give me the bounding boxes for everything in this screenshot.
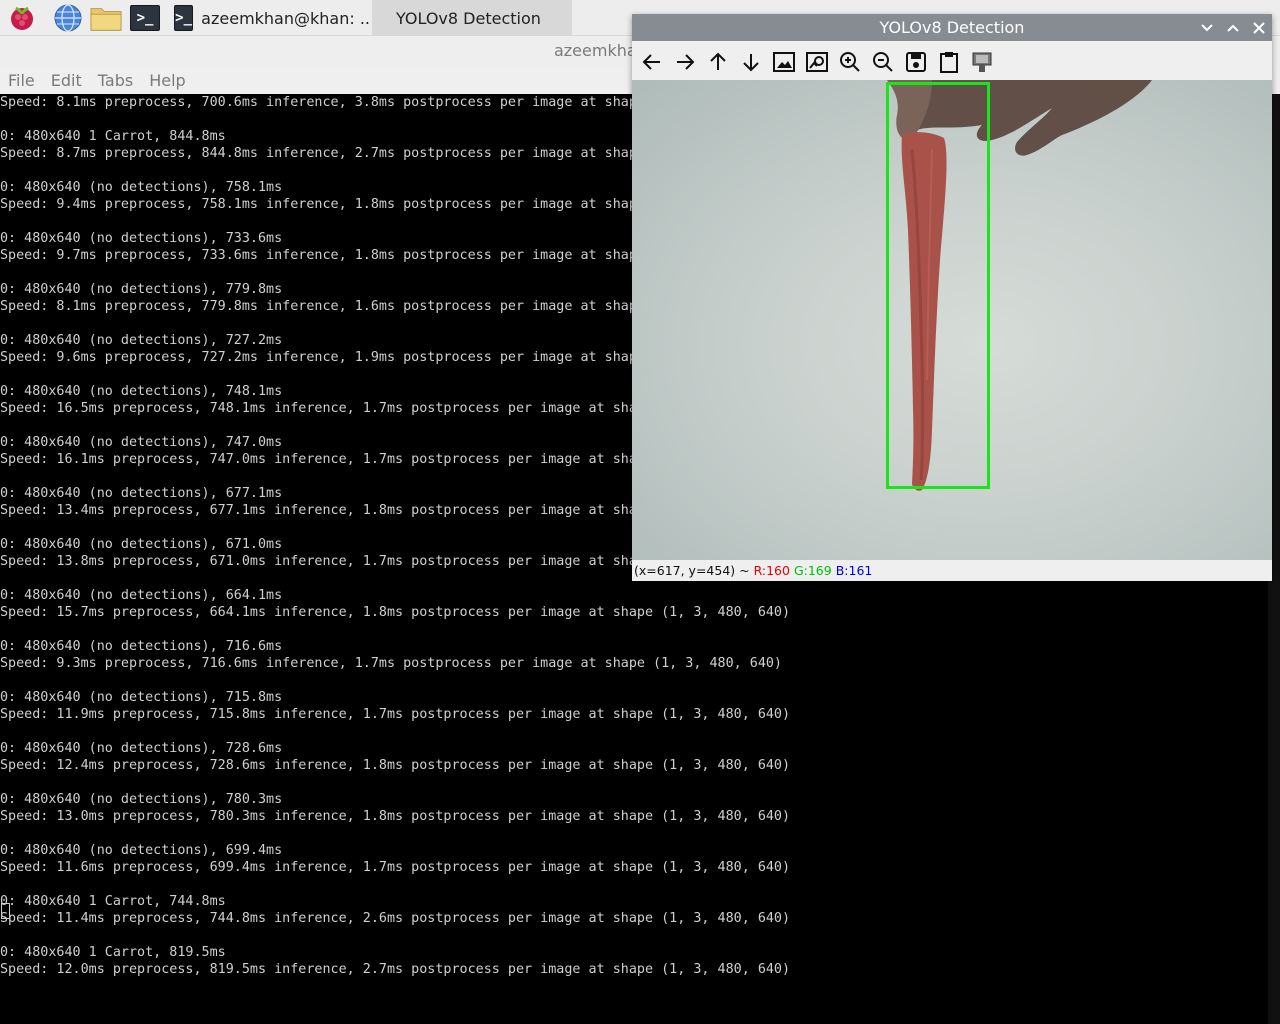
task-terminal-label: azeemkhan@khan: .. (201, 8, 370, 28)
file-manager-icon[interactable] (90, 3, 122, 33)
minimize-icon[interactable] (1196, 14, 1218, 41)
zoom-out-icon[interactable] (870, 49, 896, 75)
zoom-fit-icon[interactable] (804, 49, 830, 75)
camera-frame[interactable] (632, 80, 1272, 560)
pan-left-icon[interactable] (639, 49, 665, 75)
pixel-green-value: G:169 (793, 563, 832, 578)
task-yolo-label: YOLOv8 Detection (396, 8, 541, 28)
terminal-line: Speed: 12.0ms preprocess, 819.5ms infere… (0, 962, 791, 977)
terminal-line: Speed: 9.3ms preprocess, 716.6ms inferen… (0, 656, 782, 671)
pixel-red-value: R:160 (753, 563, 790, 578)
terminal-line: Speed: 15.7ms preprocess, 664.1ms infere… (0, 605, 791, 620)
terminal-line: 0: 480x640 (no detections), 780.3ms (0, 792, 283, 807)
terminal-icon[interactable]: >_ (129, 3, 161, 33)
zoom-original-icon[interactable] (771, 49, 797, 75)
terminal-icon: >_ (174, 5, 194, 31)
terminal-line: 0: 480x640 (no detections), 716.6ms (0, 639, 283, 654)
pan-down-icon[interactable] (738, 49, 764, 75)
raspberry-menu-icon[interactable] (6, 3, 38, 33)
task-yolo[interactable]: YOLOv8 Detection (372, 0, 572, 36)
pixel-status-bar: (x=617, y=454) ~ R:160 G:169 B:161 (632, 560, 1272, 581)
maximize-icon[interactable] (1222, 14, 1244, 41)
menu-tabs[interactable]: Tabs (90, 71, 141, 90)
terminal-cursor (1, 903, 10, 919)
detection-box (886, 82, 990, 489)
terminal-line: Speed: 11.6ms preprocess, 699.4ms infere… (0, 860, 791, 875)
yolo-window: YOLOv8 Detection (x=617, y=454) ~ R:160 … (632, 14, 1272, 581)
terminal-line: 0: 480x640 (no detections), 664.1ms (0, 588, 283, 603)
menu-help[interactable]: Help (141, 71, 193, 90)
pan-right-icon[interactable] (672, 49, 698, 75)
terminal-line: 0: 480x640 1 Carrot, 744.8ms (0, 894, 226, 909)
terminal-line: Speed: 12.4ms preprocess, 728.6ms infere… (0, 758, 791, 773)
web-browser-icon[interactable] (52, 3, 84, 33)
yolo-window-title: YOLOv8 Detection (879, 18, 1025, 37)
cursor-coords: (x=617, y=454) ~ (634, 563, 750, 578)
close-icon[interactable] (1248, 14, 1270, 41)
terminal-line: Speed: 13.0ms preprocess, 780.3ms infere… (0, 809, 791, 824)
terminal-line: Speed: 11.9ms preprocess, 715.8ms infere… (0, 707, 791, 722)
terminal-line: 0: 480x640 (no detections), 728.6ms (0, 741, 283, 756)
yolo-toolbar (632, 41, 1272, 81)
zoom-in-icon[interactable] (837, 49, 863, 75)
terminal-line: 0: 480x640 (no detections), 715.8ms (0, 690, 283, 705)
menu-edit[interactable]: Edit (43, 71, 90, 90)
copy-clipboard-icon[interactable] (936, 49, 962, 75)
properties-icon[interactable] (969, 49, 995, 75)
pixel-blue-value: B:161 (835, 563, 873, 578)
save-image-icon[interactable] (903, 49, 929, 75)
pan-up-icon[interactable] (705, 49, 731, 75)
terminal-line: 0: 480x640 (no detections), 699.4ms (0, 843, 283, 858)
menu-file[interactable]: File (0, 71, 43, 90)
terminal-line: Speed: 11.4ms preprocess, 744.8ms infere… (0, 911, 791, 926)
yolo-title-bar[interactable]: YOLOv8 Detection (632, 14, 1272, 41)
terminal-line: 0: 480x640 1 Carrot, 819.5ms (0, 945, 226, 960)
task-terminal[interactable]: >_ azeemkhan@khan: .. (170, 0, 370, 36)
